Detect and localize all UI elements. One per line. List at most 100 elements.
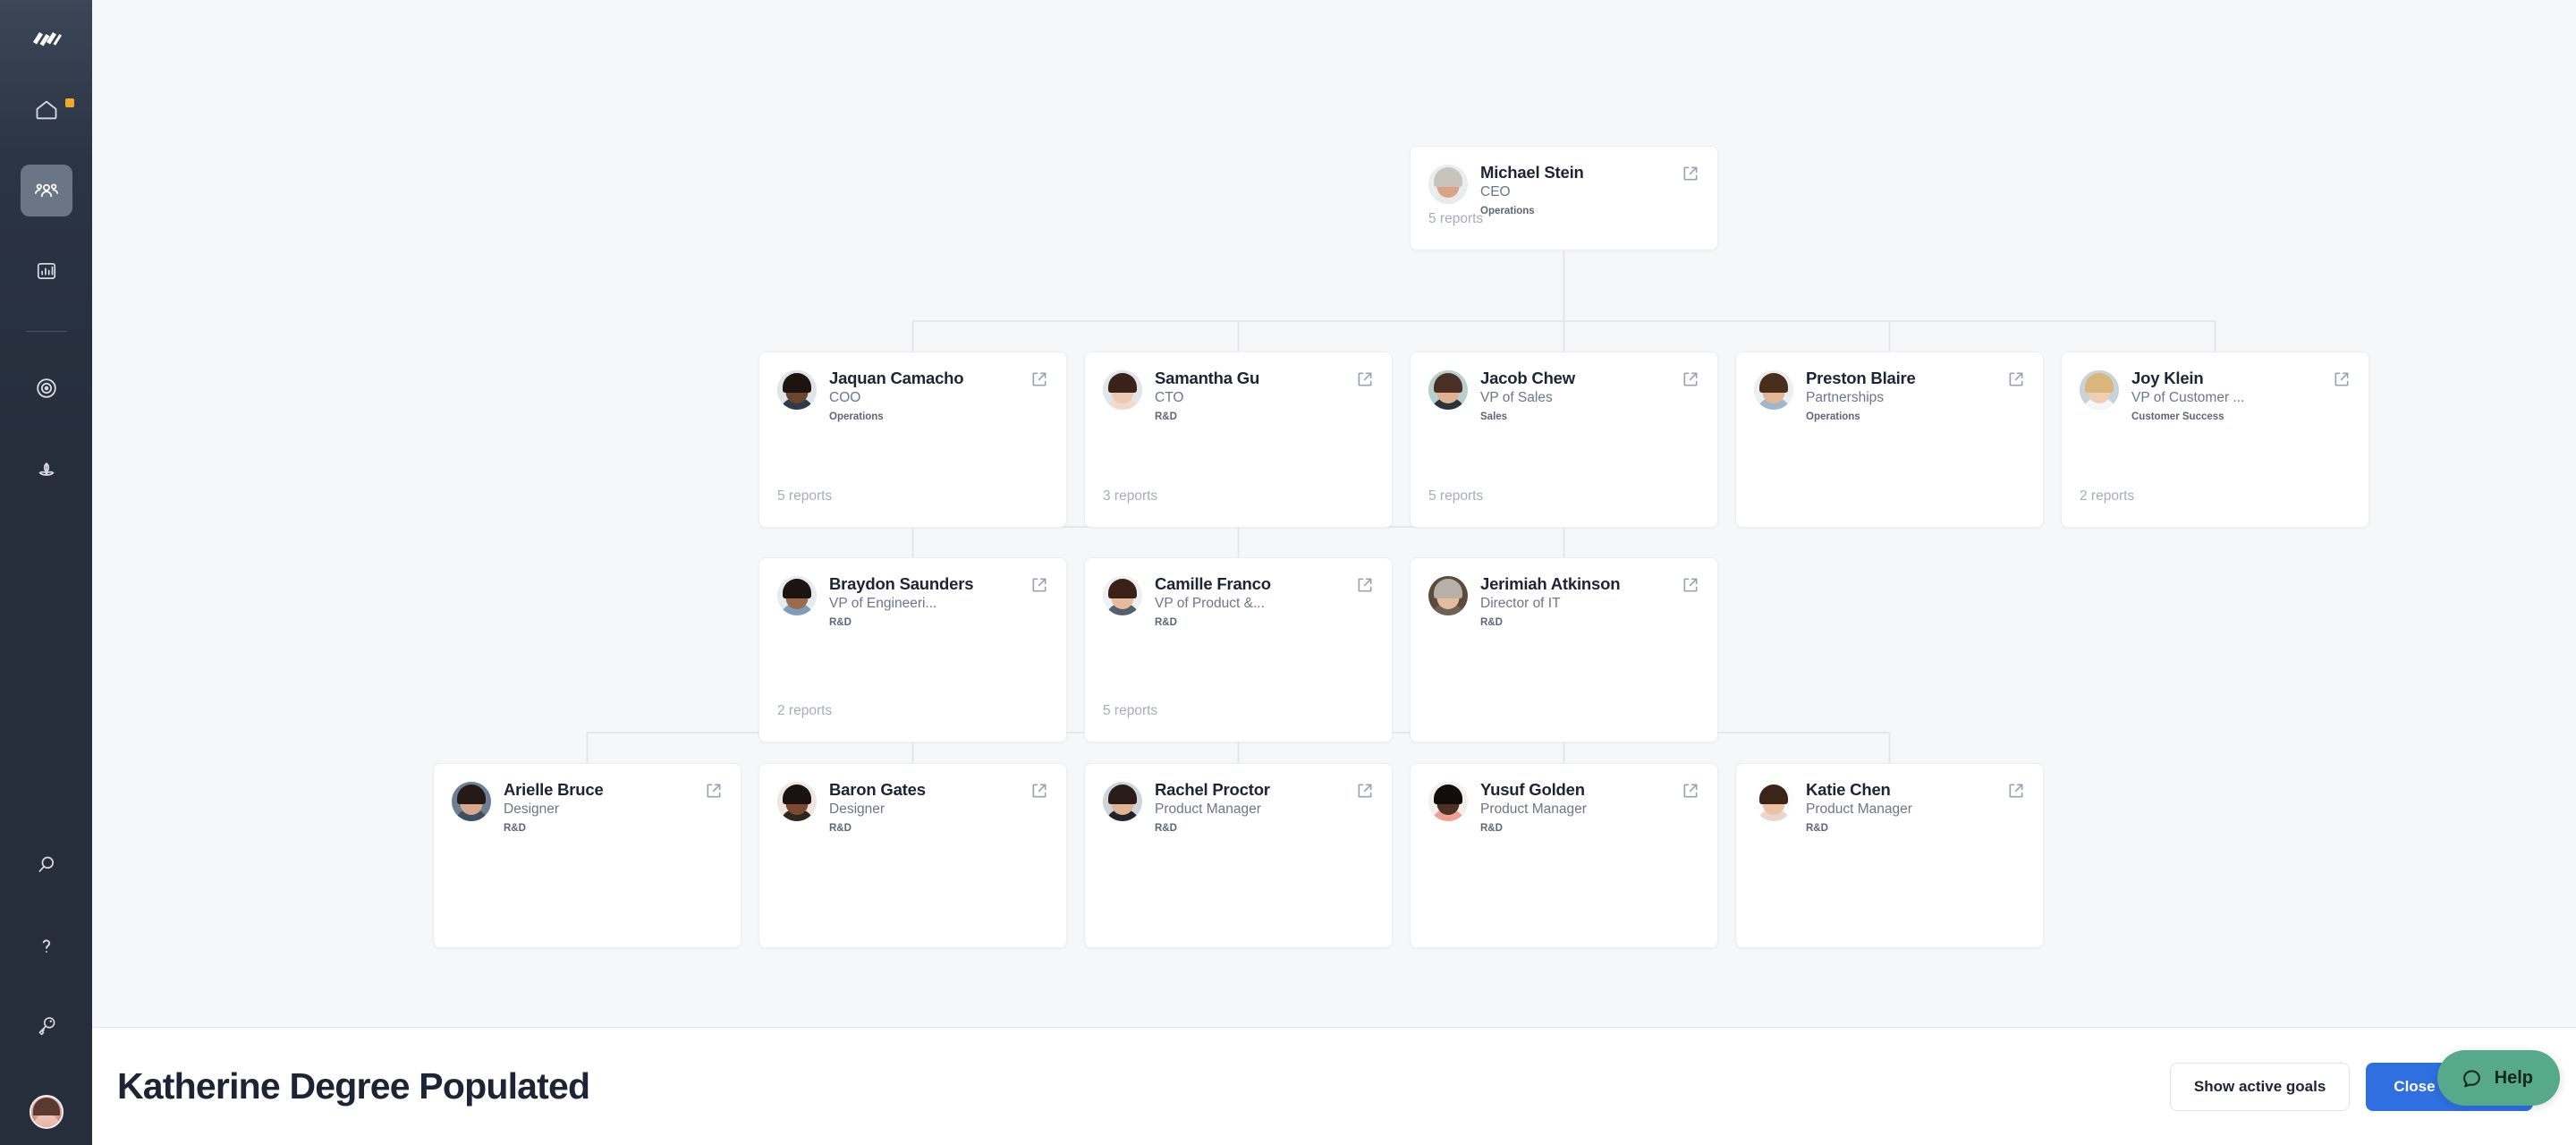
org-node-title: Partnerships	[1806, 390, 1885, 405]
external-link-icon[interactable]	[1030, 782, 1048, 800]
org-node-text: Jacob Chew VP of Sales Sales	[1480, 369, 1674, 424]
external-link-icon[interactable]	[2007, 782, 2025, 800]
org-node-reports-count: 3 reports	[1103, 488, 1158, 504]
org-node-header: Yusuf Golden Product Manager R&D	[1428, 780, 1699, 835]
org-node-card[interactable]: Arielle Bruce Designer R&D	[433, 763, 741, 948]
org-node-card[interactable]: Jerimiah Atkinson Director of IT R&D	[1410, 557, 1718, 742]
avatar	[777, 370, 817, 410]
org-node-card[interactable]: Michael Stein CEO Operations 5 reports	[1410, 146, 1718, 250]
org-node-department: Operations	[829, 411, 884, 422]
org-node-reports-count: 5 reports	[1103, 703, 1158, 718]
org-node-title: Product Manager	[1806, 802, 1912, 817]
org-node-text: Camille Franco VP of Product &... R&D	[1155, 574, 1349, 630]
avatar[interactable]	[29, 1095, 64, 1129]
question-mark-icon[interactable]	[21, 920, 72, 971]
show-active-goals-button[interactable]: Show active goals	[2169, 1062, 2351, 1111]
org-node-text: Jerimiah Atkinson Director of IT R&D	[1480, 574, 1674, 630]
external-link-icon[interactable]	[1682, 165, 1699, 182]
org-node-header: Braydon Saunders VP of Engineeri... R&D	[777, 574, 1048, 630]
org-node-name: Preston Blaire	[1806, 369, 1916, 387]
external-link-icon[interactable]	[1682, 370, 1699, 388]
org-node-title: CTO	[1155, 390, 1184, 405]
external-link-icon[interactable]	[1356, 370, 1374, 388]
org-node-card[interactable]: Jaquan Camacho COO Operations 5 reports	[758, 352, 1067, 528]
sidebar-bottom-group	[21, 839, 72, 1145]
avatar	[777, 782, 817, 821]
avatar	[1428, 576, 1468, 615]
org-node-card[interactable]: Preston Blaire Partnerships Operations	[1735, 352, 2044, 528]
avatar	[1754, 782, 1793, 821]
org-node-text: Arielle Bruce Designer R&D	[504, 780, 698, 835]
org-node-card[interactable]: Katie Chen Product Manager R&D	[1735, 763, 2044, 948]
external-link-icon[interactable]	[1682, 576, 1699, 594]
home-notification-badge	[64, 98, 74, 107]
org-node-reports-count: 5 reports	[777, 488, 833, 504]
org-node-title: Designer	[504, 802, 560, 817]
sidebar-divider	[25, 331, 67, 332]
org-node-department: R&D	[829, 617, 852, 628]
org-node-card[interactable]: Rachel Proctor Product Manager R&D	[1084, 763, 1393, 948]
external-link-icon[interactable]	[2007, 370, 2025, 388]
org-node-card[interactable]: Joy Klein VP of Customer ... Customer Succ…	[2061, 352, 2369, 528]
sidebar-item-goals[interactable]	[21, 362, 72, 414]
org-node-title: VP of Customer ...	[2131, 390, 2245, 405]
avatar	[1428, 782, 1468, 821]
org-node-header: Preston Blaire Partnerships Operations	[1754, 369, 2025, 424]
org-chart-app: Michael Stein CEO Operations 5 reports Jaqua…	[0, 0, 2576, 1145]
org-node-text: Preston Blaire Partnerships Operations	[1806, 369, 2000, 424]
org-node-text: Jaquan Camacho COO Operations	[829, 369, 1023, 424]
heyday-logo-icon[interactable]	[23, 18, 70, 64]
org-node-name: Camille Franco	[1155, 574, 1271, 593]
external-link-icon[interactable]	[1356, 782, 1374, 800]
org-node-department: R&D	[1480, 617, 1503, 628]
key-icon[interactable]	[21, 1000, 72, 1052]
org-node-card[interactable]: Baron Gates Designer R&D	[758, 763, 1067, 948]
org-node-department: R&D	[504, 823, 526, 834]
external-link-icon[interactable]	[1356, 576, 1374, 594]
avatar	[1754, 370, 1793, 410]
help-widget-button[interactable]: Help	[2436, 1050, 2560, 1106]
org-node-text: Joy Klein VP of Customer ... Customer Succ…	[2131, 369, 2326, 424]
external-link-icon[interactable]	[705, 782, 723, 800]
external-link-icon[interactable]	[1030, 370, 1048, 388]
avatar	[777, 576, 817, 615]
sidebar-item-reports[interactable]	[21, 245, 72, 297]
org-node-name: Jacob Chew	[1480, 369, 1575, 387]
search-icon[interactable]	[21, 839, 72, 891]
left-sidebar	[0, 0, 92, 1145]
bottom-action-bar: Katherine Degree Populated Show active g…	[92, 1027, 2576, 1145]
sidebar-item-people[interactable]	[20, 165, 72, 216]
org-node-header: Jacob Chew VP of Sales Sales	[1428, 369, 1699, 424]
org-node-department: Customer Success	[2131, 411, 2224, 422]
external-link-icon[interactable]	[1030, 576, 1048, 594]
org-node-reports-count: 5 reports	[1428, 211, 1484, 226]
sidebar-item-growth[interactable]	[21, 443, 72, 495]
org-node-card[interactable]: Camille Franco VP of Product &... R&D 5 rep…	[1084, 557, 1393, 742]
org-node-name: Yusuf Golden	[1480, 780, 1585, 799]
org-node-name: Joy Klein	[2131, 369, 2204, 387]
avatar	[452, 782, 491, 821]
org-node-header: Camille Franco VP of Product &... R&D	[1103, 574, 1374, 630]
external-link-icon[interactable]	[1682, 782, 1699, 800]
org-node-title: COO	[829, 390, 861, 405]
org-node-card[interactable]: Braydon Saunders VP of Engineeri... R&D 2 r…	[758, 557, 1067, 742]
org-node-department: R&D	[1155, 823, 1177, 834]
org-node-department: R&D	[1806, 823, 1828, 834]
org-node-title: Director of IT	[1480, 596, 1561, 611]
org-node-name: Arielle Bruce	[504, 780, 604, 799]
org-node-title: Designer	[829, 802, 886, 817]
sidebar-item-home[interactable]	[21, 84, 74, 136]
org-node-card[interactable]: Samantha Gu CTO R&D 3 reports	[1084, 352, 1393, 528]
org-node-department: Operations	[1480, 206, 1535, 216]
org-node-card[interactable]: Yusuf Golden Product Manager R&D	[1410, 763, 1718, 948]
org-node-card[interactable]: Jacob Chew VP of Sales Sales 5 reports	[1410, 352, 1718, 528]
org-node-reports-count: 2 reports	[777, 703, 833, 718]
org-node-header: Rachel Proctor Product Manager R&D	[1103, 780, 1374, 835]
org-node-name: Katie Chen	[1806, 780, 1891, 799]
avatar	[1103, 576, 1142, 615]
org-node-text: Yusuf Golden Product Manager R&D	[1480, 780, 1674, 835]
org-node-header: Jaquan Camacho COO Operations	[777, 369, 1048, 424]
org-node-title: Product Manager	[1155, 802, 1261, 817]
org-chart-canvas[interactable]: Michael Stein CEO Operations 5 reports Jaqua…	[92, 0, 2576, 1145]
external-link-icon[interactable]	[2333, 370, 2351, 388]
